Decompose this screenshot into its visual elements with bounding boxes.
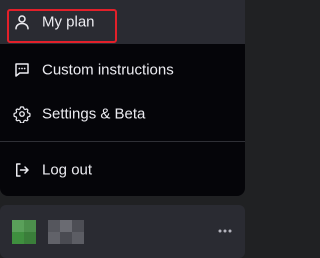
user-icon <box>15 15 29 30</box>
menu-item-label: My plan <box>42 13 95 31</box>
user-menu-popup: My plan Custom instructions Settings & B… <box>0 0 245 196</box>
menu-item-label: Log out <box>42 161 93 179</box>
gear-icon <box>13 106 31 123</box>
log-out-icon <box>16 163 29 177</box>
menu-item-label: Custom instructions <box>42 61 174 79</box>
more-options-icon[interactable] <box>217 225 233 237</box>
menu-item-label: Settings & Beta <box>42 105 146 123</box>
chat-bubble-icon <box>15 63 29 77</box>
username-redacted <box>48 220 84 244</box>
menu-item-log-out[interactable]: Log out <box>0 148 245 192</box>
menu-divider <box>0 141 245 142</box>
menu-item-settings[interactable]: Settings & Beta <box>0 92 245 136</box>
account-button[interactable] <box>0 205 245 258</box>
menu-item-my-plan[interactable]: My plan <box>0 0 245 44</box>
menu-item-custom-instructions[interactable]: Custom instructions <box>0 48 245 92</box>
avatar <box>12 220 36 244</box>
